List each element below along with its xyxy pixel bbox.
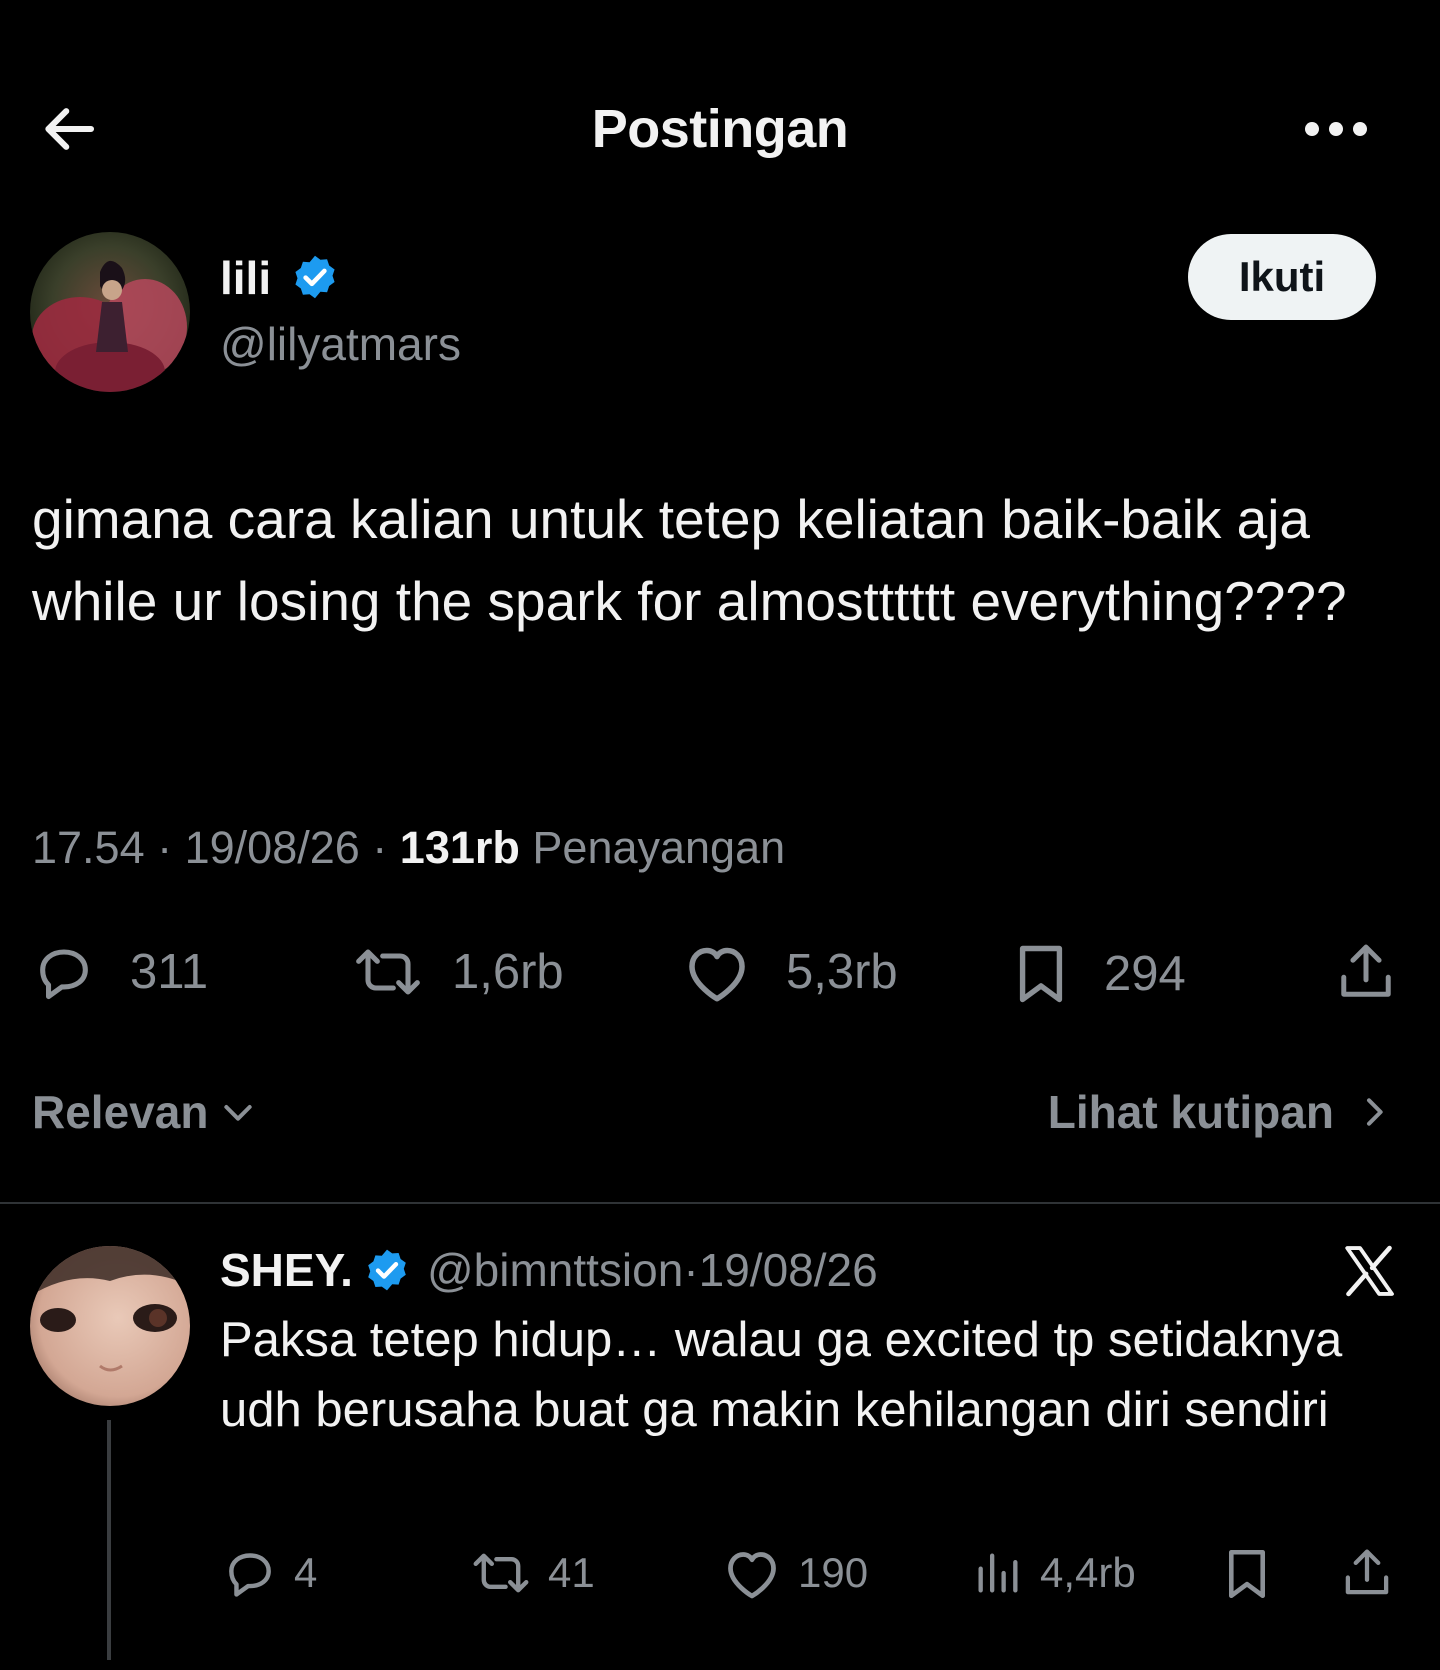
bookmark-count: 294 bbox=[1104, 947, 1186, 1001]
divider bbox=[0, 1202, 1440, 1204]
x-logo-icon bbox=[1340, 1242, 1398, 1300]
views-label[interactable]: Penayangan bbox=[532, 822, 785, 873]
reply-count: 311 bbox=[130, 945, 209, 999]
meta-separator: · bbox=[144, 822, 185, 873]
repost-icon bbox=[356, 949, 420, 995]
verified-badge-icon bbox=[368, 1249, 406, 1291]
reply-separator: · bbox=[683, 1244, 699, 1296]
reply-header: SHEY. @bimnttsion · 19/08/26 bbox=[220, 1240, 878, 1300]
post-text: gimana cara kalian untuk tetep keliatan … bbox=[32, 488, 1347, 632]
bookmark-icon bbox=[1228, 1549, 1266, 1599]
bookmark-button[interactable]: 294 bbox=[1012, 940, 1186, 1008]
thread-line bbox=[107, 1420, 111, 1660]
share-button[interactable] bbox=[1334, 938, 1398, 1006]
verified-badge-icon bbox=[290, 252, 340, 302]
reply-text: Paksa tetep hidup… walau ga excited tp s… bbox=[220, 1313, 1343, 1437]
author-name[interactable]: lili bbox=[220, 250, 271, 306]
post-meta: 17.54 · 19/08/26 · 131rb Penayangan bbox=[32, 818, 785, 878]
share-icon bbox=[1341, 944, 1391, 997]
reply-repost-button[interactable]: 41 bbox=[470, 1545, 595, 1601]
reply-author-handle[interactable]: @bimnttsion bbox=[427, 1240, 683, 1300]
heart-icon bbox=[689, 947, 745, 1002]
heart-icon bbox=[728, 1552, 776, 1599]
reply-repost-count: 41 bbox=[548, 1549, 595, 1596]
chevron-right-icon bbox=[1367, 1098, 1383, 1126]
sort-label: Relevan bbox=[32, 1086, 209, 1138]
post-date[interactable]: 19/08/26 bbox=[185, 822, 360, 873]
author-handle[interactable]: @lilyatmars bbox=[220, 316, 461, 372]
sort-dropdown[interactable]: Relevan bbox=[32, 1082, 258, 1142]
bookmark-icon bbox=[1019, 945, 1063, 1003]
page-title: Postingan bbox=[591, 99, 849, 159]
reply-views-button[interactable]: 4,4rb bbox=[972, 1545, 1136, 1601]
reply-views-count: 4,4rb bbox=[1040, 1549, 1136, 1596]
view-quotes-link[interactable]: Lihat kutipan bbox=[1048, 1082, 1394, 1142]
quotes-link-label: Lihat kutipan bbox=[1047, 1086, 1334, 1138]
chevron-down-icon bbox=[224, 1105, 253, 1121]
share-icon bbox=[1345, 1549, 1389, 1595]
repost-button[interactable]: 1,6rb bbox=[352, 940, 564, 1004]
reply-bookmark-button[interactable] bbox=[1222, 1545, 1272, 1603]
reply-reply-button[interactable]: 4 bbox=[222, 1545, 317, 1601]
reply-button[interactable]: 311 bbox=[32, 940, 208, 1004]
reply-like-button[interactable]: 190 bbox=[722, 1545, 868, 1601]
repost-icon bbox=[473, 1553, 529, 1593]
more-options-button[interactable] bbox=[1300, 112, 1372, 146]
more-horizontal-icon bbox=[1305, 122, 1367, 136]
post-time[interactable]: 17.54 bbox=[32, 822, 145, 873]
follow-button[interactable]: Ikuti bbox=[1188, 234, 1376, 320]
author-avatar[interactable] bbox=[30, 232, 190, 392]
repost-count: 1,6rb bbox=[452, 945, 564, 999]
reply-avatar[interactable] bbox=[30, 1246, 190, 1406]
reply-bubble-icon bbox=[229, 1553, 271, 1597]
meta-separator: · bbox=[359, 822, 400, 873]
reply-like-count: 190 bbox=[798, 1549, 869, 1596]
reply-share-button[interactable] bbox=[1340, 1543, 1394, 1603]
like-count: 5,3rb bbox=[786, 945, 898, 999]
views-count[interactable]: 131rb bbox=[400, 822, 520, 873]
like-button[interactable]: 5,3rb bbox=[682, 940, 898, 1004]
views-bar-icon bbox=[978, 1553, 1018, 1593]
reply-date[interactable]: 19/08/26 bbox=[699, 1240, 878, 1300]
reply-reply-count: 4 bbox=[294, 1549, 318, 1596]
reply-bubble-icon bbox=[40, 949, 88, 1000]
reply-author-name[interactable]: SHEY. bbox=[220, 1240, 353, 1300]
